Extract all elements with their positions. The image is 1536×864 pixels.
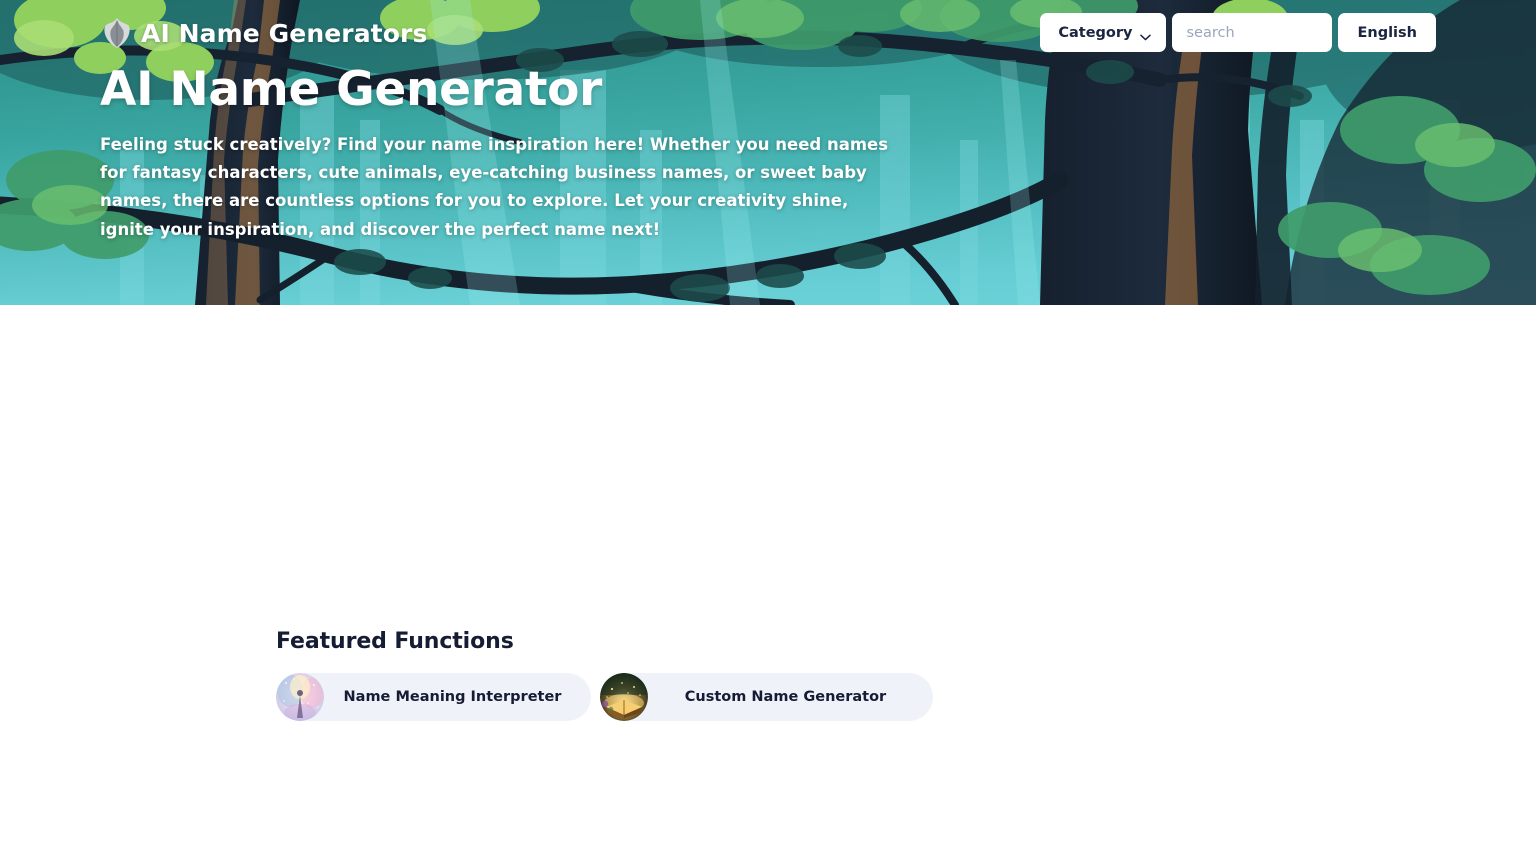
featured-functions-list: Name Meaning Interpreter Custom Name Gen… — [276, 673, 933, 721]
featured-card-custom-name-generator[interactable]: Custom Name Generator — [600, 673, 933, 721]
category-dropdown-button[interactable]: Category — [1040, 13, 1167, 52]
featured-card-name-meaning-interpreter[interactable]: Name Meaning Interpreter — [276, 673, 591, 721]
featured-card-label: Custom Name Generator — [684, 689, 887, 705]
lotus-logo-icon — [102, 17, 132, 49]
category-dropdown-label: Category — [1058, 24, 1133, 41]
page-title: AI Name Generator — [100, 62, 603, 117]
search-input[interactable] — [1186, 24, 1319, 41]
search-field-wrapper[interactable] — [1172, 13, 1333, 52]
hero-banner: AI Name Generators Category English AI N… — [0, 0, 1536, 305]
advertisement-slot — [276, 735, 1260, 864]
chevron-down-icon — [1140, 29, 1152, 41]
brand-logo-link[interactable]: AI Name Generators — [102, 17, 427, 49]
brand-name: AI Name Generators — [141, 18, 428, 48]
hero-description: Feeling stuck creatively? Find your name… — [100, 135, 889, 239]
header-controls: Category English — [1040, 13, 1436, 52]
language-label: English — [1357, 24, 1417, 41]
glowing-magic-book-thumb — [600, 673, 648, 721]
featured-functions-heading: Featured Functions — [276, 629, 514, 654]
language-switcher-button[interactable]: English — [1338, 13, 1436, 52]
pastel-cosmic-figure-thumb — [276, 673, 324, 721]
